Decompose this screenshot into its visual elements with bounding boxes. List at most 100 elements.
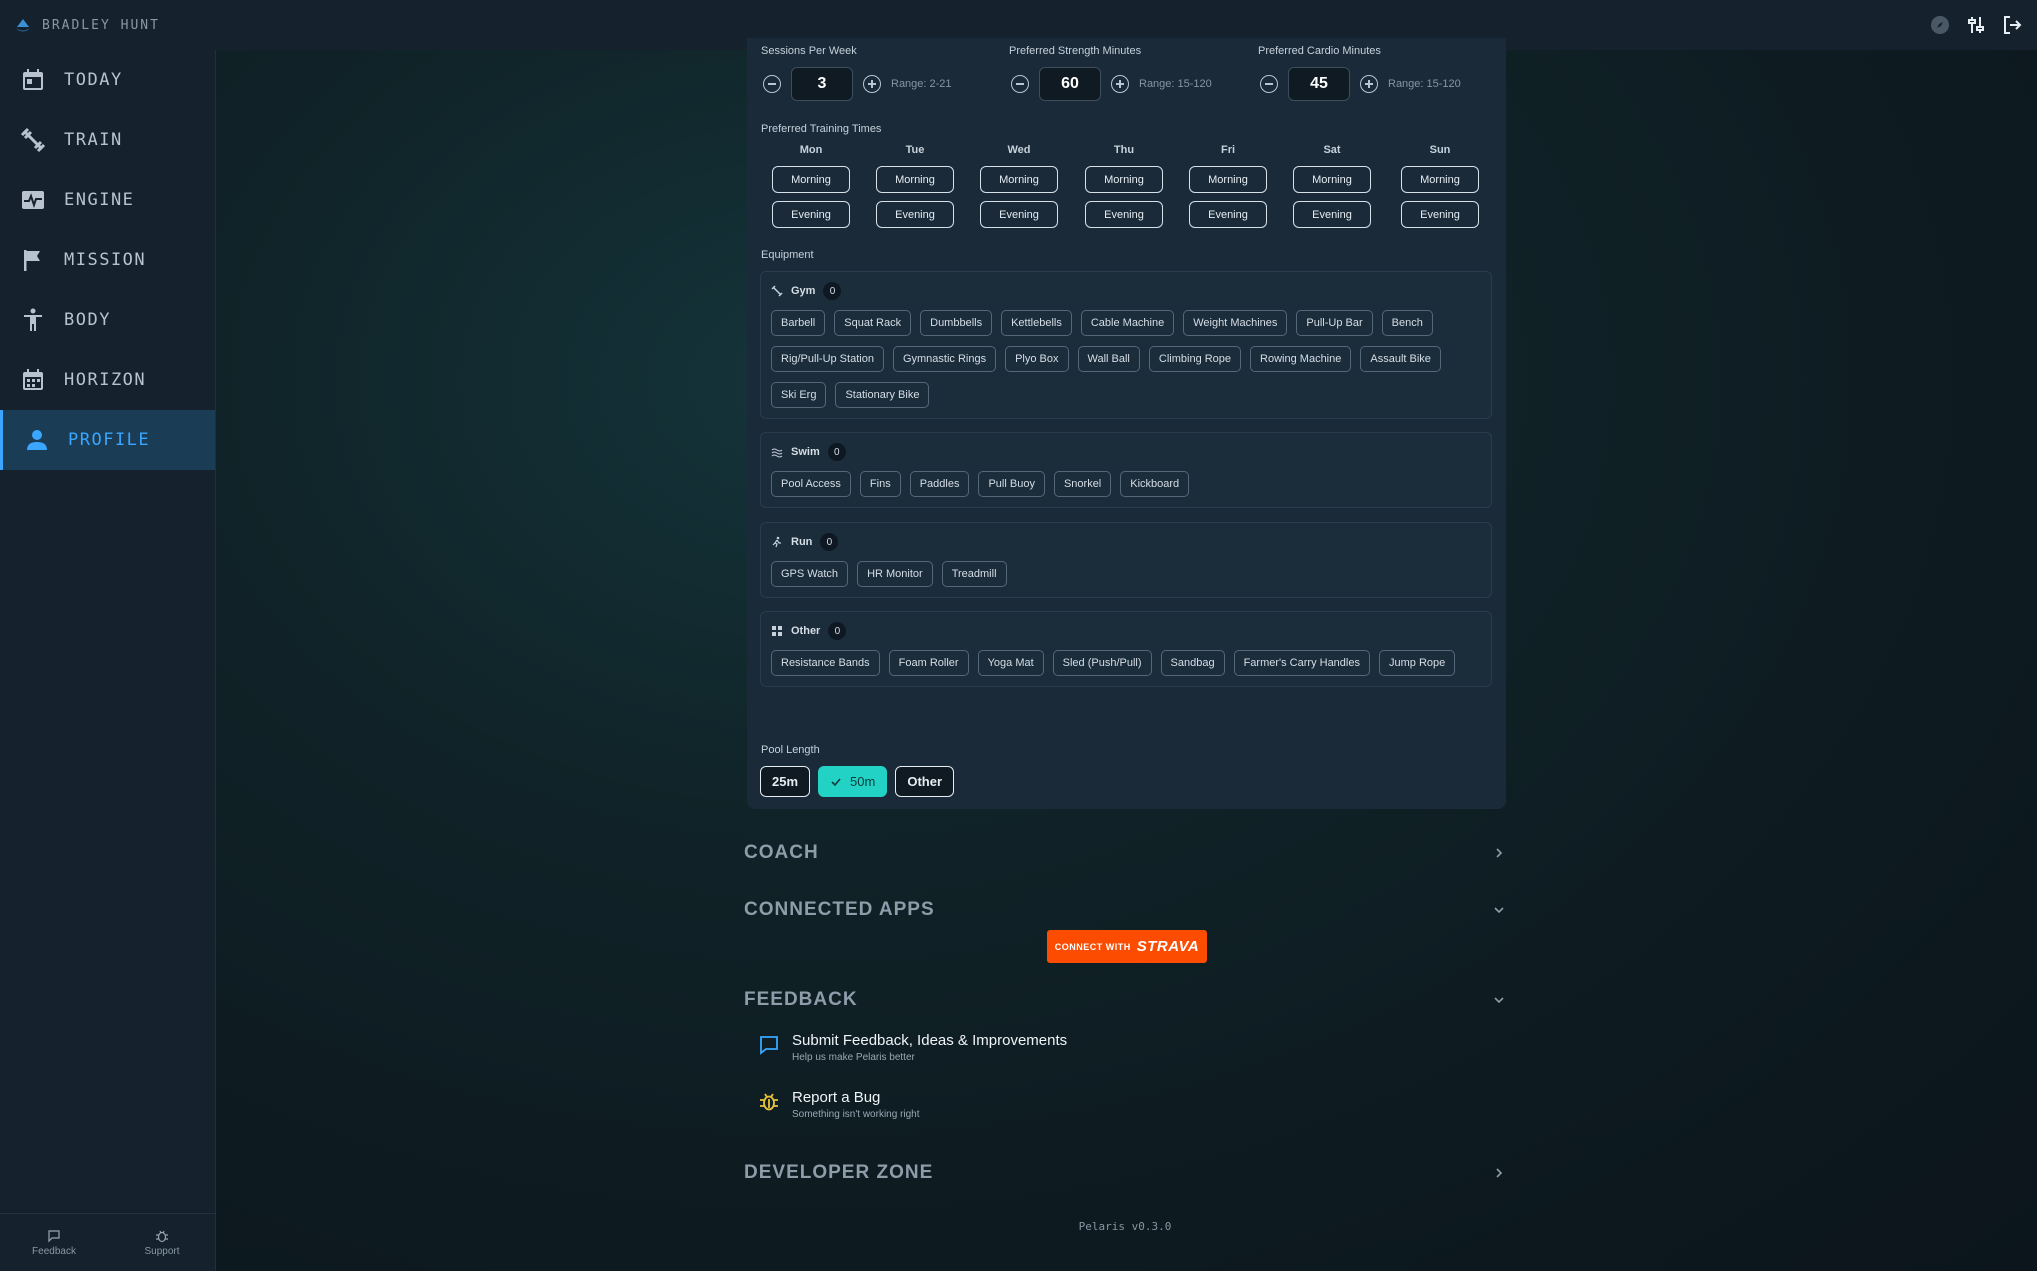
report-bug-item[interactable]: Report a Bug Something isn't working rig… [758,1089,920,1120]
chip-list: Barbell Squat Rack Dumbbells Kettlebells… [771,310,1481,408]
pool-option-other[interactable]: Other [895,766,954,797]
evening-toggle[interactable]: Evening [980,201,1058,228]
equipment-chip[interactable]: Pull Buoy [978,471,1045,497]
equipment-chip[interactable]: Barbell [771,310,826,336]
cardio-minutes-input[interactable]: 45 [1288,67,1350,101]
chevron-right-icon [1496,848,1503,858]
section-connected-apps[interactable]: CONNECTED APPS [744,899,1506,921]
morning-toggle[interactable]: Morning [1189,166,1267,193]
morning-toggle[interactable]: Morning [1085,166,1163,193]
equipment-chip[interactable]: Weight Machines [1183,310,1288,336]
equipment-chip[interactable]: Snorkel [1053,471,1112,497]
feedback-button[interactable]: Feedback [0,1214,108,1271]
equipment-chip[interactable]: Gymnastic Rings [892,346,997,372]
decrement-button[interactable] [1011,75,1029,93]
equipment-chip[interactable]: Sandbag [1160,650,1225,676]
bug-item-subtitle: Something isn't working right [792,1109,920,1120]
decrement-button[interactable] [763,75,781,93]
equipment-chip[interactable]: Ski Erg [771,382,827,408]
equipment-chip[interactable]: Foam Roller [888,650,969,676]
equipment-chip[interactable]: Kickboard [1120,471,1190,497]
sidebar-item-today[interactable]: TODAY [0,50,215,110]
equipment-chip[interactable]: Cable Machine [1080,310,1175,336]
sessions-input[interactable]: 3 [791,67,853,101]
increment-button[interactable] [1111,75,1129,93]
strength-minutes-stepper: 60 Range: 15-120 [1011,67,1212,101]
equipment-chip[interactable]: Climbing Rope [1148,346,1242,372]
sliders-icon[interactable] [1965,14,1987,36]
morning-toggle[interactable]: Morning [980,166,1058,193]
evening-toggle[interactable]: Evening [1293,201,1371,228]
sidebar-item-label: BODY [64,310,111,330]
equipment-chip[interactable]: Assault Bike [1360,346,1441,372]
sessions-label: Sessions Per Week [761,45,857,57]
equipment-chip[interactable]: Rig/Pull-Up Station [771,346,884,372]
equipment-chip[interactable]: Pool Access [771,471,851,497]
calendar-icon [23,369,43,390]
chip-list: Pool Access Fins Paddles Pull Buoy Snork… [771,471,1481,497]
compass-icon[interactable] [1929,14,1951,36]
connect-strava-button[interactable]: CONNECT WITH STRAVA [1047,930,1207,963]
equipment-chip[interactable]: Yoga Mat [977,650,1044,676]
support-button[interactable]: Support [108,1214,216,1271]
evening-toggle[interactable]: Evening [1085,201,1163,228]
equipment-chip[interactable]: Pull-Up Bar [1296,310,1373,336]
sidebar-item-profile[interactable]: PROFILE [0,410,215,470]
equipment-chip[interactable]: Rowing Machine [1250,346,1352,372]
group-count: 0 [823,282,842,300]
strength-range: Range: 15-120 [1139,78,1212,90]
section-coach[interactable]: COACH [744,842,1506,864]
increment-button[interactable] [863,75,881,93]
decrement-button[interactable] [1260,75,1278,93]
equipment-chip[interactable]: Stationary Bike [835,382,930,408]
bug-icon [760,1093,778,1111]
equipment-chip[interactable]: Jump Rope [1378,650,1456,676]
chevron-down-icon [1494,997,1504,1004]
equipment-chip[interactable]: Fins [859,471,901,497]
pool-option-25m[interactable]: 25m [760,766,811,797]
equipment-chip[interactable]: Bench [1381,310,1433,336]
equipment-chip[interactable]: Paddles [909,471,970,497]
equipment-chip[interactable]: Plyo Box [1005,346,1069,372]
equipment-chip[interactable]: GPS Watch [771,561,849,587]
equipment-chip[interactable]: Farmer's Carry Handles [1233,650,1370,676]
waves-icon [771,448,783,458]
sidebar-item-body[interactable]: BODY [0,290,215,350]
morning-toggle[interactable]: Morning [876,166,954,193]
pool-option-label: 25m [772,774,799,789]
evening-toggle[interactable]: Evening [876,201,954,228]
section-developer-zone[interactable]: DEVELOPER ZONE [744,1162,1506,1184]
equipment-chip[interactable]: Dumbbells [920,310,993,336]
equipment-chip[interactable]: HR Monitor [857,561,933,587]
evening-toggle[interactable]: Evening [1189,201,1267,228]
sidebar-item-mission[interactable]: MISSION [0,230,215,290]
equipment-chip[interactable]: Treadmill [941,561,1007,587]
morning-toggle[interactable]: Morning [1401,166,1479,193]
chevron-right-icon [1496,1168,1503,1178]
strava-connect-text: CONNECT WITH [1054,941,1131,952]
group-header: Gym 0 [771,282,1481,300]
section-feedback[interactable]: FEEDBACK [744,989,1506,1011]
equipment-chip[interactable]: Resistance Bands [771,650,880,676]
sidebar-item-train[interactable]: TRAIN [0,110,215,170]
pool-option-50m[interactable]: 50m [818,766,888,797]
sidebar-item-horizon[interactable]: HORIZON [0,350,215,410]
increment-button[interactable] [1360,75,1378,93]
morning-toggle[interactable]: Morning [772,166,850,193]
equipment-chip[interactable]: Wall Ball [1077,346,1140,372]
logout-icon[interactable] [2001,14,2023,36]
strength-minutes-input[interactable]: 60 [1039,67,1101,101]
evening-toggle[interactable]: Evening [772,201,850,228]
morning-toggle[interactable]: Morning [1293,166,1371,193]
group-header: Swim 0 [771,443,1481,461]
pool-option-label: 50m [850,774,876,789]
user-name: BRADLEY HUNT [42,17,160,33]
chip-list: Resistance Bands Foam Roller Yoga Mat Sl… [771,650,1481,676]
evening-toggle[interactable]: Evening [1401,201,1479,228]
equipment-chip[interactable]: Kettlebells [1001,310,1072,336]
sidebar-item-engine[interactable]: ENGINE [0,170,215,230]
app-version: Pelaris v0.3.0 [1078,1220,1172,1233]
equipment-chip[interactable]: Sled (Push/Pull) [1052,650,1152,676]
submit-feedback-item[interactable]: Submit Feedback, Ideas & Improvements He… [758,1032,1067,1063]
equipment-chip[interactable]: Squat Rack [834,310,912,336]
